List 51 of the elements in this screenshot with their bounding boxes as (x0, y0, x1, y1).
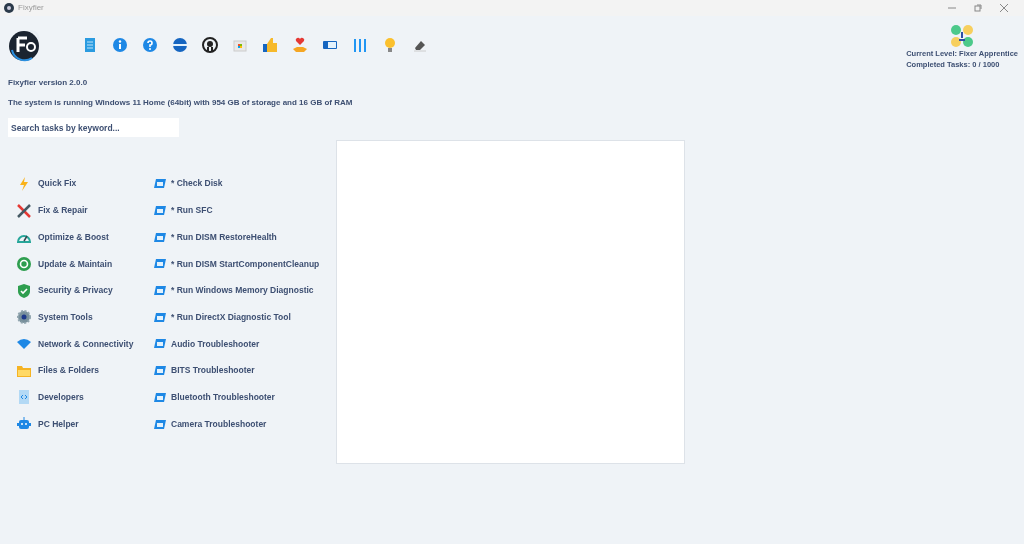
shield-icon (16, 282, 32, 299)
window-icon (154, 286, 166, 296)
window-title: Fixyfier (18, 2, 44, 14)
task-item[interactable]: * Run DirectX Diagnostic Tool (171, 310, 291, 324)
level-icon (950, 24, 975, 48)
category-item[interactable]: Security & Privacy (38, 284, 113, 297)
version-text: Fixyfier version 2.0.0 (8, 77, 89, 88)
category-item[interactable]: Quick Fix (38, 177, 77, 191)
category-item[interactable]: PC Helper (38, 417, 79, 431)
system-info-text: The system is running Windows 11 Home (64bit) with 954 GB of storage and 16 GB of RAM (8, 97, 353, 108)
gear-icon (16, 309, 32, 326)
window-icon (154, 339, 166, 349)
window-icon (154, 179, 166, 189)
category-item[interactable]: Update & Maintain (38, 257, 113, 271)
thumbs-up-icon[interactable] (262, 37, 278, 53)
task-item[interactable]: BITS Troubleshooter (171, 364, 255, 378)
task-item[interactable]: * Run SFC (171, 204, 213, 217)
tools-icon (16, 202, 32, 219)
category-item[interactable]: Network & Connectivity (38, 337, 134, 351)
notebook-icon[interactable] (82, 37, 98, 53)
info-icon[interactable] (112, 37, 128, 53)
task-item[interactable]: * Run DISM RestoreHealth (171, 230, 277, 244)
heart-hand-icon[interactable] (292, 37, 308, 53)
sliders-icon[interactable] (352, 37, 368, 53)
search-field[interactable]: Search tasks by keyword... (8, 118, 179, 137)
help-icon[interactable] (142, 37, 158, 53)
category-item[interactable]: Developers (38, 390, 84, 404)
code-file-icon (16, 389, 32, 406)
window-icon (154, 419, 166, 429)
task-item[interactable]: * Check Disk (171, 177, 223, 191)
task-item[interactable]: Audio Troubleshooter (171, 337, 260, 351)
window-icon (154, 259, 166, 269)
task-item[interactable]: * Run Windows Memory Diagnostic (171, 284, 314, 297)
category-item[interactable]: System Tools (38, 310, 93, 324)
task-item[interactable]: Camera Troubleshooter (171, 417, 267, 431)
window-icon (154, 392, 166, 402)
close-icon[interactable] (1000, 4, 1008, 12)
window-icon (154, 366, 166, 376)
window-icon (154, 232, 166, 242)
category-item[interactable]: Fix & Repair (38, 204, 88, 217)
logo (8, 28, 41, 62)
task-item[interactable]: Bluetooth Troubleshooter (171, 390, 275, 404)
app-icon (4, 3, 14, 13)
window-icon (154, 312, 166, 322)
category-item[interactable]: Files & Folders (38, 364, 99, 378)
category-item[interactable]: Optimize & Boost (38, 230, 109, 244)
window-icon (154, 206, 166, 216)
task-item[interactable]: * Run DISM StartComponentCleanup (171, 257, 320, 271)
restore-icon[interactable] (974, 4, 982, 12)
light-bulb-icon[interactable] (382, 37, 398, 53)
store-icon[interactable] (232, 37, 248, 53)
